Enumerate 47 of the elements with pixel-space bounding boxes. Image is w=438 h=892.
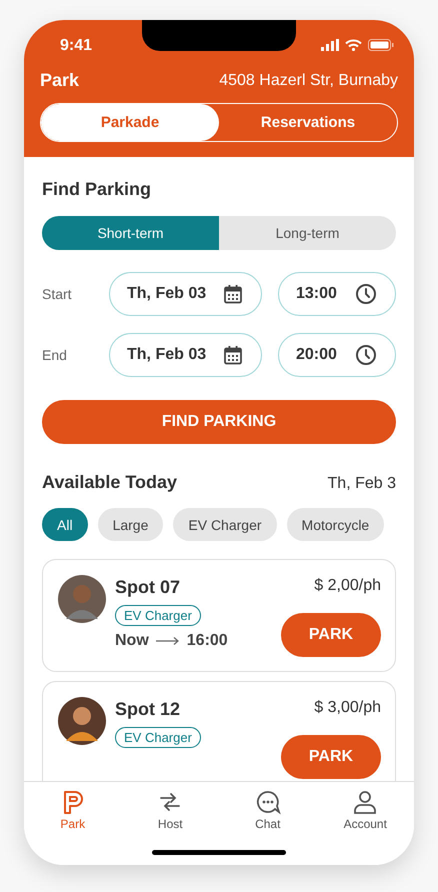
time-field[interactable]: 20:00 [278,333,396,377]
feature-tag: EV Charger [115,605,201,626]
clock-icon [355,283,377,305]
date-field[interactable]: Th, Feb 03 [109,272,262,316]
date-field[interactable]: Th, Feb 03 [109,333,262,377]
term-tab[interactable]: Long-term [219,216,396,250]
tab-bar-item[interactable]: Host [122,788,219,832]
term-tab[interactable]: Short-term [42,216,219,250]
date-text: Th, Feb 3 [328,475,396,493]
filter-chip[interactable]: Large [98,508,164,541]
park-button[interactable]: PARK [281,735,381,779]
wifi-icon [345,39,362,51]
calendar-icon [223,284,243,304]
price-text: $ 3,00/ph [314,699,381,717]
battery-icon [368,39,394,51]
signal-icon [321,39,339,51]
chat-icon [254,789,281,815]
field-label: Start [42,286,73,302]
filter-chip[interactable]: Motorcycle [286,508,384,541]
avatar [58,697,106,745]
status-time: 9:41 [60,37,92,55]
segment-tab[interactable]: Parkade [41,104,219,141]
park-button[interactable]: PARK [281,613,381,657]
segment-tab[interactable]: Reservations [219,104,397,141]
find-parking-button[interactable]: FIND PARKING [42,400,396,444]
filter-chip[interactable]: All [42,508,88,541]
price-text: $ 2,00/ph [314,577,381,595]
spot-name: Spot 07 [115,577,180,598]
field-label: End [42,347,68,363]
arrow-icon [156,636,180,646]
tab-bar-item[interactable]: Chat [219,788,316,832]
section-title: Find Parking [42,179,152,200]
avatar [58,575,106,623]
calendar-icon [223,345,243,365]
page-title: Park [40,70,80,91]
time-field[interactable]: 13:00 [278,272,396,316]
address-text: 4508 Hazerl Str, Burnaby [219,72,398,90]
feature-tag: EV Charger [115,727,201,748]
person-icon [352,789,378,815]
start-time: Now [115,632,149,650]
spot-name: Spot 12 [115,699,180,720]
tab-bar-item[interactable]: Park [24,788,122,832]
section-title: Available Today [42,472,178,493]
tab-bar-item[interactable]: Account [316,788,414,832]
filter-chip[interactable]: EV Charger [173,508,277,541]
end-time: 16:00 [186,632,228,650]
clock-icon [355,344,377,366]
